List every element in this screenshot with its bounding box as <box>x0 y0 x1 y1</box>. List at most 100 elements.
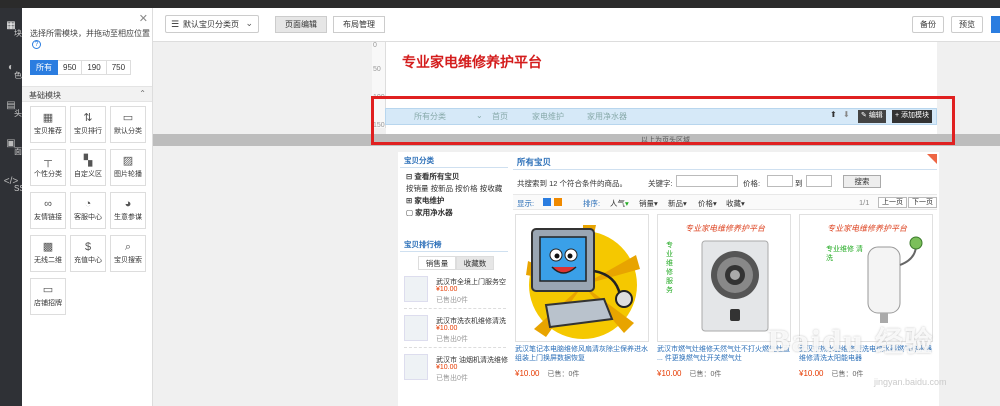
link-icon: ∞ <box>44 198 52 210</box>
product-image-laptop[interactable] <box>515 214 649 342</box>
arrow-up-icon[interactable]: ⬆ <box>830 110 837 119</box>
result-count: 共搜索到 12 个符合条件的商品。 <box>517 179 628 188</box>
list-view-icon[interactable] <box>543 198 551 206</box>
category-appliance[interactable]: ⊞ 家电维护 <box>406 195 508 207</box>
tab-sales[interactable]: 销售量 <box>418 256 456 270</box>
price-min-input[interactable] <box>767 175 793 187</box>
tab-favorites[interactable]: 收藏数 <box>456 256 494 270</box>
category-box-title: 宝贝分类 <box>400 154 508 168</box>
rank-item[interactable]: 武汉市 油烟机清洗维修 ¥10.00 已售出0件 <box>404 350 508 387</box>
rail-item-modules[interactable]: ▦ 块 <box>0 20 22 42</box>
module-recommend[interactable]: ▦ 宝贝推荐 <box>30 106 66 143</box>
prev-page-button[interactable]: 上一页 <box>878 197 907 208</box>
module-analytics[interactable]: ◕ 生意参谋 <box>110 192 146 229</box>
module-recharge[interactable]: $ 充值中心 <box>70 235 106 272</box>
rail-item-color[interactable]: ◐ 色 <box>0 62 22 84</box>
rail-item-css[interactable]: </> SS <box>0 176 25 198</box>
chevron-down-icon: ⌃ <box>139 89 146 98</box>
next-page-button[interactable]: 下一页 <box>908 197 937 208</box>
rank-item[interactable]: 武汉市全境上门服务空 ¥10.00 已售出0件 <box>404 272 506 309</box>
edit-module-button[interactable]: ✎ 编辑 <box>858 110 886 123</box>
header-area-divider: 以上为页头区域 <box>153 134 1000 146</box>
tab-page-edit[interactable]: 页面编辑 <box>275 16 327 33</box>
sort-popularity[interactable]: 人气▾ <box>610 198 629 209</box>
page-select[interactable]: ☰ 默认宝贝分类页 ⌄ <box>165 15 259 33</box>
shop-nav-bar[interactable]: 所有分类 ⌄ 首页 家电维护 家用净水器 ⬆ ⬇ ✎ 编辑 + 添加模块 <box>385 108 937 125</box>
panel-tip: 选择所需模块，并拖动至相应位置? <box>30 29 150 49</box>
width-tab-all[interactable]: 所有 <box>30 60 58 75</box>
rank-icon: ⇅ <box>83 112 93 124</box>
service-icon: ◔ <box>84 198 92 210</box>
module-custom-category[interactable]: ┬ 个性分类 <box>30 149 66 186</box>
analytics-icon: ◕ <box>124 198 132 210</box>
sort-sales[interactable]: 销量▾ <box>639 198 658 209</box>
arrow-icon: ▾ <box>713 199 717 208</box>
laptop-doctor-illustration <box>526 225 640 339</box>
sort-new[interactable]: 新品▾ <box>668 198 687 209</box>
search-button[interactable]: 搜索 <box>843 175 881 188</box>
category-view-all[interactable]: ⊟ 查看所有宝贝 <box>406 171 508 183</box>
module-link[interactable]: ∞ 友情链接 <box>30 192 66 229</box>
product-thumbnail <box>404 354 428 380</box>
baidu-watermark-url: jingyan.baidu.com <box>874 377 947 387</box>
sort-favorites[interactable]: 收藏▾ <box>726 198 745 209</box>
width-tab-190[interactable]: 190 <box>82 60 107 75</box>
module-qrcode[interactable]: ▩ 无线二维 <box>30 235 66 272</box>
rank-tabs: 销售量 收藏数 <box>418 256 508 270</box>
price-max-input[interactable] <box>806 175 832 187</box>
shop-sign-icon: ▭ <box>42 284 54 296</box>
sort-links[interactable]: 按销量 按新品 按价格 按收藏 <box>406 183 508 195</box>
product-card[interactable]: 武汉笔记本电脑维修风扇清灰除尘保养进水 组装上门换屏数据恢复 ¥10.00 已售：… <box>515 214 649 379</box>
basic-modules-header[interactable]: 基础模块 ⌃ <box>22 86 152 102</box>
nav-appliance-maint[interactable]: 家电维护 <box>532 111 564 122</box>
arrow-down-icon[interactable]: ⬇ <box>843 110 850 119</box>
arrow-icon: ▾ <box>654 199 658 208</box>
add-module-button[interactable]: + 添加模块 <box>892 110 933 123</box>
backup-button[interactable]: 备份 <box>912 16 944 33</box>
product-thumbnail <box>404 315 428 341</box>
publish-button[interactable] <box>991 16 1000 33</box>
recharge-icon: $ <box>84 241 92 253</box>
rail-item-header[interactable]: ▤ 头 <box>0 100 22 122</box>
nav-water-purifier[interactable]: 家用净水器 <box>587 111 627 122</box>
corner-badge <box>927 154 937 164</box>
module-rank[interactable]: ⇅ 宝贝排行 <box>70 106 106 143</box>
module-custom-area[interactable]: ▚ 自定义区 <box>70 149 106 186</box>
module-search[interactable]: ⌕ 宝贝搜索 <box>110 235 146 272</box>
module-carousel[interactable]: ▨ 图片轮播 <box>110 149 146 186</box>
category-icon: ▭ <box>122 112 134 124</box>
preview-button[interactable]: 预览 <box>951 16 983 33</box>
shop-body: 宝贝分类 ⊟ 查看所有宝贝 按销量 按新品 按价格 按收藏 ⊞ 家电维护 ▢ 家… <box>398 152 939 406</box>
top-toolbar: ☰ 默认宝贝分类页 ⌄ 页面编辑 布局管理 备份 预览 <box>153 8 1000 42</box>
arrow-icon: ▾ <box>741 199 745 208</box>
module-shop-sign[interactable]: ▭ 店铺招牌 <box>30 278 66 315</box>
keyword-input[interactable] <box>676 175 738 187</box>
all-items-title: 所有宝贝 <box>513 154 937 170</box>
category-list: ⊟ 查看所有宝贝 按销量 按新品 按价格 按收藏 ⊞ 家电维护 ▢ 家用净水器 <box>400 168 508 219</box>
module-default-category[interactable]: ▭ 默认分类 <box>110 106 146 143</box>
chevron-down-icon: ⌄ <box>476 111 483 120</box>
pencil-icon: ✎ <box>861 112 869 119</box>
arrow-icon: ▾ <box>683 199 687 208</box>
rank-item[interactable]: 武汉市洗衣机维修清洗 ¥10.00 已售出0件 <box>404 311 506 348</box>
nav-home[interactable]: 首页 <box>492 111 508 122</box>
chevron-down-icon: ⌄ <box>245 18 253 28</box>
rail-item-page[interactable]: ▣ 面 <box>0 138 22 160</box>
category-purifier[interactable]: ▢ 家用净水器 <box>406 207 508 219</box>
baidu-watermark: Baidu 经验 <box>767 325 934 358</box>
nav-all-categories[interactable]: 所有分类 <box>414 111 446 122</box>
recommend-icon: ▦ <box>42 112 54 124</box>
left-column: 宝贝分类 ⊟ 查看所有宝贝 按销量 按新品 按价格 按收藏 ⊞ 家电维护 ▢ 家… <box>400 154 508 387</box>
module-service[interactable]: ◔ 客服中心 <box>70 192 106 229</box>
search-icon: ⌕ <box>124 241 132 253</box>
product-thumbnail <box>404 276 428 302</box>
tab-layout-manage[interactable]: 布局管理 <box>333 16 385 33</box>
close-icon[interactable]: ✕ <box>139 12 148 25</box>
grid-view-icon[interactable] <box>554 198 562 206</box>
width-tab-950[interactable]: 950 <box>58 60 83 75</box>
width-tab-750[interactable]: 750 <box>106 60 132 75</box>
top-strip <box>0 0 1000 8</box>
help-icon[interactable]: ? <box>32 40 41 49</box>
sort-price[interactable]: 价格▾ <box>698 198 717 209</box>
rank-box-title: 宝贝排行榜 <box>400 238 508 252</box>
